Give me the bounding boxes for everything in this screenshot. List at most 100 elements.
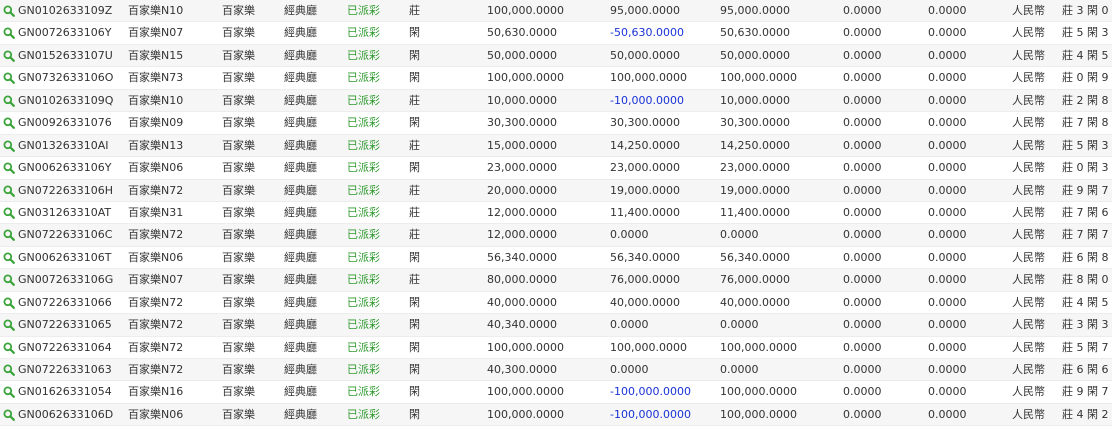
- valid-bet-amount: 0.0000: [720, 228, 759, 242]
- search-icon[interactable]: [3, 112, 15, 134]
- commission-amount: 0.0000: [928, 250, 967, 264]
- play-type: 經典廳: [284, 93, 317, 107]
- bet-side: 閑: [409, 385, 420, 399]
- currency: 人民幣: [1012, 295, 1045, 309]
- play-type: 經典廳: [284, 48, 317, 62]
- rebate-amount: 0.0000: [843, 407, 882, 421]
- search-icon[interactable]: [3, 337, 15, 359]
- win-loss-amount: 76,000.0000: [610, 273, 680, 287]
- rebate-amount: 0.0000: [843, 250, 882, 264]
- bet-id: GN01626331054: [18, 385, 112, 399]
- status-badge: 已派彩: [347, 250, 380, 264]
- table-row: GN07226331065 百家樂N72 百家樂 經典廳 已派彩 閑 40,34…: [0, 314, 1112, 337]
- bet-amount: 15,000.0000: [487, 138, 557, 152]
- play-type: 經典廳: [284, 295, 317, 309]
- search-icon[interactable]: [3, 67, 15, 89]
- win-loss-amount: 56,340.0000: [610, 250, 680, 264]
- bet-id: GN07226331064: [18, 340, 112, 354]
- bet-side: 閑: [409, 116, 420, 130]
- currency: 人民幣: [1012, 340, 1045, 354]
- bet-side: 閑: [409, 161, 420, 175]
- win-loss-amount: -50,630.0000: [610, 26, 684, 40]
- rebate-amount: 0.0000: [843, 228, 882, 242]
- round-result: 莊 6 閑 6: [1062, 363, 1109, 376]
- valid-bet-amount: 95,000.0000: [720, 4, 790, 17]
- table-row: GN0722633106C 百家樂N72 百家樂 經典廳 已派彩 莊 12,00…: [0, 224, 1112, 247]
- valid-bet-amount: 30,300.0000: [720, 116, 790, 130]
- commission-amount: 0.0000: [928, 205, 967, 219]
- rebate-amount: 0.0000: [843, 138, 882, 152]
- win-loss-amount: 0.0000: [610, 228, 649, 242]
- bet-amount: 40,000.0000: [487, 295, 557, 309]
- game-type: 百家樂: [222, 93, 255, 107]
- win-loss-amount: 19,000.0000: [610, 183, 680, 197]
- rebate-amount: 0.0000: [843, 205, 882, 219]
- round-result: 莊 0 閑 3: [1062, 161, 1109, 175]
- status-badge: 已派彩: [347, 71, 380, 85]
- play-type: 經典廳: [284, 407, 317, 421]
- search-icon[interactable]: [3, 292, 15, 314]
- status-badge: 已派彩: [347, 116, 380, 130]
- status-badge: 已派彩: [347, 93, 380, 107]
- bet-id: GN0062633106T: [18, 250, 112, 264]
- win-loss-amount: -100,000.0000: [610, 385, 691, 399]
- search-icon[interactable]: [3, 202, 15, 224]
- table-row: GN0062633106T 百家樂N06 百家樂 經典廳 已派彩 閑 56,34…: [0, 246, 1112, 270]
- bet-amount: 10,000.0000: [487, 93, 557, 107]
- valid-bet-amount: 76,000.0000: [720, 273, 790, 287]
- status-badge: 已派彩: [347, 273, 380, 287]
- search-icon[interactable]: [3, 180, 15, 202]
- search-icon[interactable]: [3, 90, 15, 112]
- currency: 人民幣: [1012, 385, 1045, 399]
- game-type: 百家樂: [222, 4, 255, 17]
- currency: 人民幣: [1012, 407, 1045, 421]
- rebate-amount: 0.0000: [843, 385, 882, 399]
- search-icon[interactable]: [3, 0, 15, 22]
- search-icon[interactable]: [3, 359, 15, 381]
- bet-side: 莊: [409, 183, 420, 197]
- round-result: 莊 4 閑 2: [1062, 407, 1109, 421]
- win-loss-amount: 95,000.0000: [610, 4, 680, 17]
- table-row: GN013263310AI 百家樂N13 百家樂 經典廳 已派彩 莊 15,00…: [0, 134, 1112, 158]
- search-icon[interactable]: [3, 381, 15, 403]
- bet-id: GN013263310AI: [18, 138, 109, 152]
- win-loss-amount: 11,400.0000: [610, 205, 680, 219]
- game-table-name: 百家樂N09: [128, 116, 184, 130]
- bet-amount: 12,000.0000: [487, 228, 557, 242]
- round-result: 莊 7 閑 6: [1062, 205, 1109, 219]
- game-type: 百家樂: [222, 407, 255, 421]
- status-badge: 已派彩: [347, 48, 380, 62]
- search-icon[interactable]: [3, 224, 15, 246]
- play-type: 經典廳: [284, 26, 317, 40]
- search-icon[interactable]: [3, 314, 15, 336]
- search-icon[interactable]: [3, 157, 15, 179]
- bet-side: 莊: [409, 205, 420, 219]
- rebate-amount: 0.0000: [843, 161, 882, 175]
- commission-amount: 0.0000: [928, 116, 967, 130]
- currency: 人民幣: [1012, 228, 1045, 242]
- search-icon[interactable]: [3, 247, 15, 269]
- play-type: 經典廳: [284, 340, 317, 354]
- status-badge: 已派彩: [347, 183, 380, 197]
- valid-bet-amount: 50,630.0000: [720, 26, 790, 40]
- valid-bet-amount: 100,000.0000: [720, 385, 797, 399]
- search-icon[interactable]: [3, 269, 15, 291]
- currency: 人民幣: [1012, 48, 1045, 62]
- game-table-name: 百家樂N07: [128, 273, 184, 287]
- currency: 人民幣: [1012, 26, 1045, 40]
- bet-amount: 100,000.0000: [487, 385, 564, 399]
- bet-amount: 100,000.0000: [487, 407, 564, 421]
- search-icon[interactable]: [3, 404, 15, 426]
- game-table-name: 百家樂N06: [128, 250, 184, 264]
- play-type: 經典廳: [284, 385, 317, 399]
- bet-id: GN0072633106Y: [18, 26, 112, 40]
- search-icon[interactable]: [3, 22, 15, 44]
- round-result: 莊 8 閑 0: [1062, 273, 1109, 287]
- play-type: 經典廳: [284, 4, 317, 17]
- win-loss-amount: 0.0000: [610, 318, 649, 332]
- win-loss-amount: 50,000.0000: [610, 48, 680, 62]
- commission-amount: 0.0000: [928, 228, 967, 242]
- search-icon[interactable]: [3, 135, 15, 157]
- search-icon[interactable]: [3, 45, 15, 67]
- table-row: GN0102633109Q 百家樂N10 百家樂 經典廳 已派彩 莊 10,00…: [0, 89, 1112, 113]
